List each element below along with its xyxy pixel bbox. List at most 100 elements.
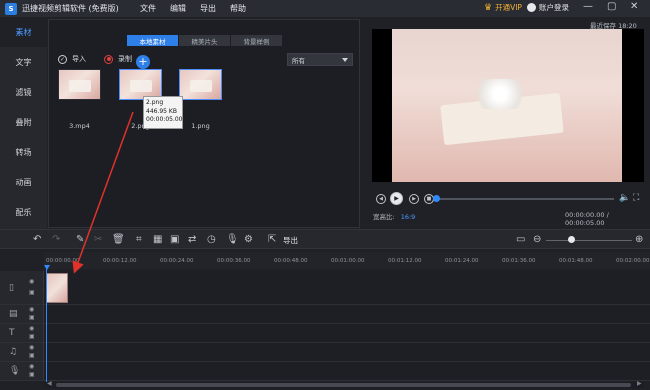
track-header: T ◉ ▣ (0, 324, 44, 342)
crown-icon: ♛ (484, 2, 493, 13)
speaker-icon[interactable]: ◉ (29, 345, 34, 351)
microphone-icon[interactable]: 🎙 (226, 234, 239, 245)
aspect-ratio[interactable]: 宽高比: 16:9 (373, 211, 415, 221)
fullscreen-icon[interactable]: ⛶ (633, 193, 639, 203)
track-header: ♫ ◉ ▣ (0, 343, 44, 361)
ruler-tick: 00:02:00.00 (616, 258, 650, 264)
text-track-icon: T (9, 328, 15, 338)
tab-local-media[interactable]: 本地素材 (127, 35, 179, 46)
lock-icon[interactable]: ▣ (29, 290, 35, 296)
ruler-tick: 00:01:24.00 (445, 258, 479, 264)
import-button[interactable]: ✓ 导入 (58, 54, 86, 64)
sidebar-item-filter[interactable]: 滤镜 (0, 77, 47, 107)
sidebar-item-animation[interactable]: 动画 (0, 167, 47, 197)
menu-edit[interactable]: 编辑 (170, 3, 186, 14)
eye-icon[interactable]: ◉ (29, 326, 34, 332)
playhead-line[interactable] (46, 269, 47, 384)
tooltip-duration: 00:00:05.00 (146, 116, 183, 123)
media-item-3-mp4[interactable] (58, 69, 101, 100)
video-track: ▯ ◉ ▣ (0, 271, 650, 305)
mosaic-icon[interactable]: ▦ (153, 234, 162, 245)
zoom-in-icon[interactable]: ⊕ (635, 234, 643, 245)
user-icon (527, 3, 536, 12)
track-body[interactable] (44, 324, 650, 342)
split-icon[interactable]: ✂ (94, 234, 102, 245)
scroll-left-arrow-icon[interactable]: ◀ (47, 380, 52, 387)
export-icon[interactable]: ⇱ (268, 234, 276, 245)
redo-icon[interactable]: ↷ (52, 234, 60, 245)
zoom-slider-handle[interactable] (568, 236, 575, 243)
speaker-icon[interactable]: ◉ (29, 364, 34, 370)
ruler-tick: 00:01:12.00 (388, 258, 422, 264)
lock-icon[interactable]: ▣ (29, 334, 35, 340)
sidebar-item-music[interactable]: 配乐 (0, 197, 47, 227)
playhead-marker[interactable] (44, 265, 50, 270)
vip-button[interactable]: ♛ 开通VIP (484, 2, 522, 13)
prev-frame-button[interactable]: ◀ (376, 194, 386, 204)
preview-canvas (372, 29, 644, 182)
sidebar-item-transition[interactable]: 转场 (0, 137, 47, 167)
login-label: 账户登录 (539, 3, 569, 12)
filter-value: 所有 (292, 56, 305, 65)
microphone-track-icon: 🎙 (9, 366, 21, 376)
media-label: 3.mp4 (69, 122, 90, 130)
menu-export[interactable]: 导出 (200, 3, 216, 14)
eye-icon[interactable]: ◉ (29, 307, 34, 313)
menu-file[interactable]: 文件 (140, 3, 156, 14)
export-button[interactable]: 导出 (283, 235, 298, 246)
seek-bar[interactable] (436, 198, 614, 200)
lock-icon[interactable]: ▣ (29, 315, 35, 321)
tooltip-name: 2.png (146, 99, 164, 106)
zoom-slider[interactable] (546, 240, 632, 241)
lock-icon[interactable]: ▣ (29, 353, 35, 359)
play-button[interactable]: ▶ (390, 192, 403, 205)
minimize-button[interactable]: — (583, 1, 593, 12)
media-item-1-png[interactable] (179, 69, 222, 100)
ruler-tick: 00:01:36.00 (502, 258, 536, 264)
volume-icon[interactable]: 🔈 (619, 193, 630, 203)
maximize-button[interactable]: ▢ (607, 1, 616, 12)
settings-icon[interactable]: ⚙ (244, 234, 253, 245)
timeline-scroll-thumb[interactable] (56, 383, 631, 387)
menu-help[interactable]: 帮助 (230, 3, 246, 14)
track-header: 🎙 ◉ ▣ (0, 362, 44, 380)
aspect-label: 宽高比: (373, 213, 395, 221)
undo-icon[interactable]: ↶ (33, 234, 41, 245)
add-to-timeline-button[interactable]: + (136, 55, 150, 69)
import-label: 导入 (72, 55, 86, 63)
sidebar-item-overlay[interactable]: 叠附 (0, 107, 47, 137)
media-filter-select[interactable]: 所有 (287, 53, 353, 66)
close-button[interactable]: ✕ (630, 1, 638, 12)
media-thumbnail (180, 70, 221, 99)
tab-backgrounds[interactable]: 背景样例 (231, 35, 283, 46)
lock-icon[interactable]: ▣ (29, 372, 35, 378)
next-frame-button[interactable]: ▶ (409, 194, 419, 204)
scroll-right-arrow-icon[interactable]: ▶ (637, 380, 642, 387)
timeline-clip-2-png[interactable] (46, 273, 68, 303)
freeze-icon[interactable]: ▣ (170, 234, 179, 245)
preview-image (392, 29, 622, 182)
replace-icon[interactable]: ⇄ (188, 234, 196, 245)
track-body[interactable] (44, 362, 650, 380)
voice-track: 🎙 ◉ ▣ (0, 362, 650, 381)
seek-handle[interactable] (433, 195, 440, 202)
login-button[interactable]: 账户登录 (527, 2, 569, 13)
sidebar-item-media[interactable]: 素材 (0, 17, 47, 47)
delete-icon[interactable]: 🗑 (112, 234, 125, 245)
track-body[interactable] (44, 343, 650, 361)
edit-icon[interactable]: ✎ (76, 234, 84, 245)
zoom-out-icon[interactable]: ⊖ (533, 234, 541, 245)
track-body[interactable] (44, 305, 650, 323)
tab-intros[interactable]: 精美片头 (179, 35, 231, 46)
fit-timeline-icon[interactable]: ▭ (516, 234, 525, 245)
sidebar-item-text[interactable]: 文字 (0, 47, 47, 77)
ruler-tick: 00:00:24.00 (160, 258, 194, 264)
record-button[interactable]: 录制 (104, 54, 132, 64)
ruler-tick: 00:00:00.00 (46, 258, 80, 264)
crop-icon[interactable]: ⌗ (136, 234, 142, 245)
duration-icon[interactable]: ◷ (207, 234, 216, 245)
timeline-ruler[interactable]: 00:00:00.00 00:00:12.00 00:00:24.00 00:0… (44, 252, 650, 269)
playback-controls: ◀ ▶ ▶ ■ 🔈 ⛶ (372, 192, 647, 206)
track-body[interactable] (44, 271, 650, 304)
eye-icon[interactable]: ◉ (29, 279, 34, 285)
